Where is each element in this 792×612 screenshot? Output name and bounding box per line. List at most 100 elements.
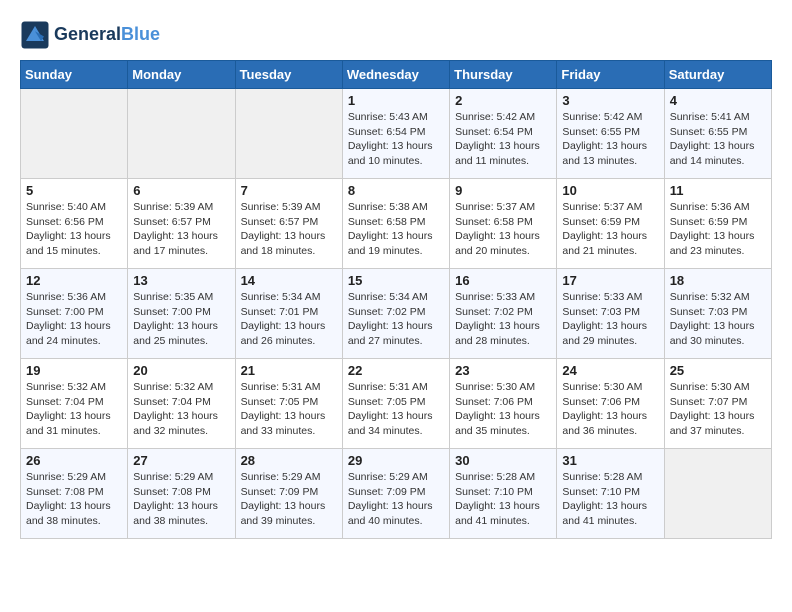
day-number: 27 (133, 453, 229, 468)
logo: GeneralBlue (20, 20, 160, 50)
day-number: 22 (348, 363, 444, 378)
day-info: Sunrise: 5:30 AMSunset: 7:06 PMDaylight:… (455, 380, 551, 439)
calendar-week-row: 26 Sunrise: 5:29 AMSunset: 7:08 PMDayligh… (21, 449, 772, 539)
day-info: Sunrise: 5:32 AMSunset: 7:04 PMDaylight:… (133, 380, 229, 439)
weekday-header-tuesday: Tuesday (235, 61, 342, 89)
day-number: 29 (348, 453, 444, 468)
day-info: Sunrise: 5:35 AMSunset: 7:00 PMDaylight:… (133, 290, 229, 349)
day-number: 3 (562, 93, 658, 108)
weekday-header-sunday: Sunday (21, 61, 128, 89)
day-number: 16 (455, 273, 551, 288)
day-info: Sunrise: 5:29 AMSunset: 7:09 PMDaylight:… (241, 470, 337, 529)
calendar-cell: 2 Sunrise: 5:42 AMSunset: 6:54 PMDaylight… (450, 89, 557, 179)
day-number: 13 (133, 273, 229, 288)
day-number: 28 (241, 453, 337, 468)
day-info: Sunrise: 5:38 AMSunset: 6:58 PMDaylight:… (348, 200, 444, 259)
day-info: Sunrise: 5:31 AMSunset: 7:05 PMDaylight:… (241, 380, 337, 439)
day-number: 10 (562, 183, 658, 198)
calendar-cell: 18 Sunrise: 5:32 AMSunset: 7:03 PMDayligh… (664, 269, 771, 359)
weekday-header-row: SundayMondayTuesdayWednesdayThursdayFrid… (21, 61, 772, 89)
day-number: 31 (562, 453, 658, 468)
calendar-cell: 14 Sunrise: 5:34 AMSunset: 7:01 PMDayligh… (235, 269, 342, 359)
calendar-cell (235, 89, 342, 179)
day-info: Sunrise: 5:33 AMSunset: 7:02 PMDaylight:… (455, 290, 551, 349)
day-number: 12 (26, 273, 122, 288)
calendar-cell: 3 Sunrise: 5:42 AMSunset: 6:55 PMDaylight… (557, 89, 664, 179)
calendar-table: SundayMondayTuesdayWednesdayThursdayFrid… (20, 60, 772, 539)
calendar-cell: 8 Sunrise: 5:38 AMSunset: 6:58 PMDaylight… (342, 179, 449, 269)
calendar-cell: 6Sunrise: 5:39 AMSunset: 6:57 PMDaylight… (128, 179, 235, 269)
calendar-cell: 7 Sunrise: 5:39 AMSunset: 6:57 PMDaylight… (235, 179, 342, 269)
calendar-cell: 5 Sunrise: 5:40 AMSunset: 6:56 PMDaylight… (21, 179, 128, 269)
day-number: 19 (26, 363, 122, 378)
calendar-cell: 10Sunrise: 5:37 AMSunset: 6:59 PMDayligh… (557, 179, 664, 269)
day-info: Sunrise: 5:40 AMSunset: 6:56 PMDaylight:… (26, 200, 122, 259)
day-info: Sunrise: 5:39 AMSunset: 6:57 PMDaylight:… (241, 200, 337, 259)
calendar-cell: 19 Sunrise: 5:32 AMSunset: 7:04 PMDayligh… (21, 359, 128, 449)
day-info: Sunrise: 5:41 AMSunset: 6:55 PMDaylight:… (670, 110, 766, 169)
day-number: 23 (455, 363, 551, 378)
calendar-cell (128, 89, 235, 179)
day-info: Sunrise: 5:39 AMSunset: 6:57 PMDaylight:… (133, 200, 229, 259)
day-info: Sunrise: 5:29 AMSunset: 7:09 PMDaylight:… (348, 470, 444, 529)
day-info: Sunrise: 5:34 AMSunset: 7:01 PMDaylight:… (241, 290, 337, 349)
day-info: Sunrise: 5:42 AMSunset: 6:55 PMDaylight:… (562, 110, 658, 169)
day-number: 20 (133, 363, 229, 378)
day-info: Sunrise: 5:42 AMSunset: 6:54 PMDaylight:… (455, 110, 551, 169)
day-number: 2 (455, 93, 551, 108)
day-number: 7 (241, 183, 337, 198)
day-info: Sunrise: 5:32 AMSunset: 7:03 PMDaylight:… (670, 290, 766, 349)
calendar-cell: 24Sunrise: 5:30 AMSunset: 7:06 PMDayligh… (557, 359, 664, 449)
day-number: 8 (348, 183, 444, 198)
calendar-cell: 22 Sunrise: 5:31 AMSunset: 7:05 PMDayligh… (342, 359, 449, 449)
day-info: Sunrise: 5:30 AMSunset: 7:06 PMDaylight:… (562, 380, 658, 439)
day-info: Sunrise: 5:43 AMSunset: 6:54 PMDaylight:… (348, 110, 444, 169)
calendar-cell: 4 Sunrise: 5:41 AMSunset: 6:55 PMDaylight… (664, 89, 771, 179)
logo-icon (20, 20, 50, 50)
calendar-cell: 29 Sunrise: 5:29 AMSunset: 7:09 PMDayligh… (342, 449, 449, 539)
weekday-header-monday: Monday (128, 61, 235, 89)
day-info: Sunrise: 5:36 AMSunset: 6:59 PMDaylight:… (670, 200, 766, 259)
day-number: 18 (670, 273, 766, 288)
day-info: Sunrise: 5:37 AMSunset: 6:58 PMDaylight:… (455, 200, 551, 259)
day-number: 15 (348, 273, 444, 288)
calendar-cell: 23 Sunrise: 5:30 AMSunset: 7:06 PMDayligh… (450, 359, 557, 449)
calendar-cell: 25 Sunrise: 5:30 AMSunset: 7:07 PMDayligh… (664, 359, 771, 449)
day-info: Sunrise: 5:29 AMSunset: 7:08 PMDaylight:… (133, 470, 229, 529)
day-info: Sunrise: 5:28 AMSunset: 7:10 PMDaylight:… (562, 470, 658, 529)
calendar-cell: 27 Sunrise: 5:29 AMSunset: 7:08 PMDayligh… (128, 449, 235, 539)
calendar-week-row: 19 Sunrise: 5:32 AMSunset: 7:04 PMDayligh… (21, 359, 772, 449)
calendar-cell: 20 Sunrise: 5:32 AMSunset: 7:04 PMDayligh… (128, 359, 235, 449)
calendar-cell: 17Sunrise: 5:33 AMSunset: 7:03 PMDayligh… (557, 269, 664, 359)
logo-text: GeneralBlue (54, 25, 160, 45)
day-number: 14 (241, 273, 337, 288)
day-info: Sunrise: 5:30 AMSunset: 7:07 PMDaylight:… (670, 380, 766, 439)
day-number: 25 (670, 363, 766, 378)
calendar-cell: 11 Sunrise: 5:36 AMSunset: 6:59 PMDayligh… (664, 179, 771, 269)
day-number: 11 (670, 183, 766, 198)
calendar-cell: 28 Sunrise: 5:29 AMSunset: 7:09 PMDayligh… (235, 449, 342, 539)
calendar-week-row: 5 Sunrise: 5:40 AMSunset: 6:56 PMDaylight… (21, 179, 772, 269)
calendar-cell: 26Sunrise: 5:29 AMSunset: 7:08 PMDayligh… (21, 449, 128, 539)
day-info: Sunrise: 5:28 AMSunset: 7:10 PMDaylight:… (455, 470, 551, 529)
calendar-week-row: 12 Sunrise: 5:36 AMSunset: 7:00 PMDayligh… (21, 269, 772, 359)
weekday-header-saturday: Saturday (664, 61, 771, 89)
day-number: 5 (26, 183, 122, 198)
weekday-header-friday: Friday (557, 61, 664, 89)
day-info: Sunrise: 5:31 AMSunset: 7:05 PMDaylight:… (348, 380, 444, 439)
calendar-cell (21, 89, 128, 179)
day-number: 21 (241, 363, 337, 378)
day-number: 9 (455, 183, 551, 198)
page-header: GeneralBlue (20, 20, 772, 50)
day-number: 26 (26, 453, 122, 468)
calendar-week-row: 1 Sunrise: 5:43 AMSunset: 6:54 PMDaylight… (21, 89, 772, 179)
calendar-cell: 13 Sunrise: 5:35 AMSunset: 7:00 PMDayligh… (128, 269, 235, 359)
calendar-cell: 12 Sunrise: 5:36 AMSunset: 7:00 PMDayligh… (21, 269, 128, 359)
calendar-cell: 31 Sunrise: 5:28 AMSunset: 7:10 PMDayligh… (557, 449, 664, 539)
day-info: Sunrise: 5:36 AMSunset: 7:00 PMDaylight:… (26, 290, 122, 349)
day-number: 4 (670, 93, 766, 108)
calendar-cell: 21 Sunrise: 5:31 AMSunset: 7:05 PMDayligh… (235, 359, 342, 449)
day-info: Sunrise: 5:32 AMSunset: 7:04 PMDaylight:… (26, 380, 122, 439)
day-number: 17 (562, 273, 658, 288)
day-number: 1 (348, 93, 444, 108)
